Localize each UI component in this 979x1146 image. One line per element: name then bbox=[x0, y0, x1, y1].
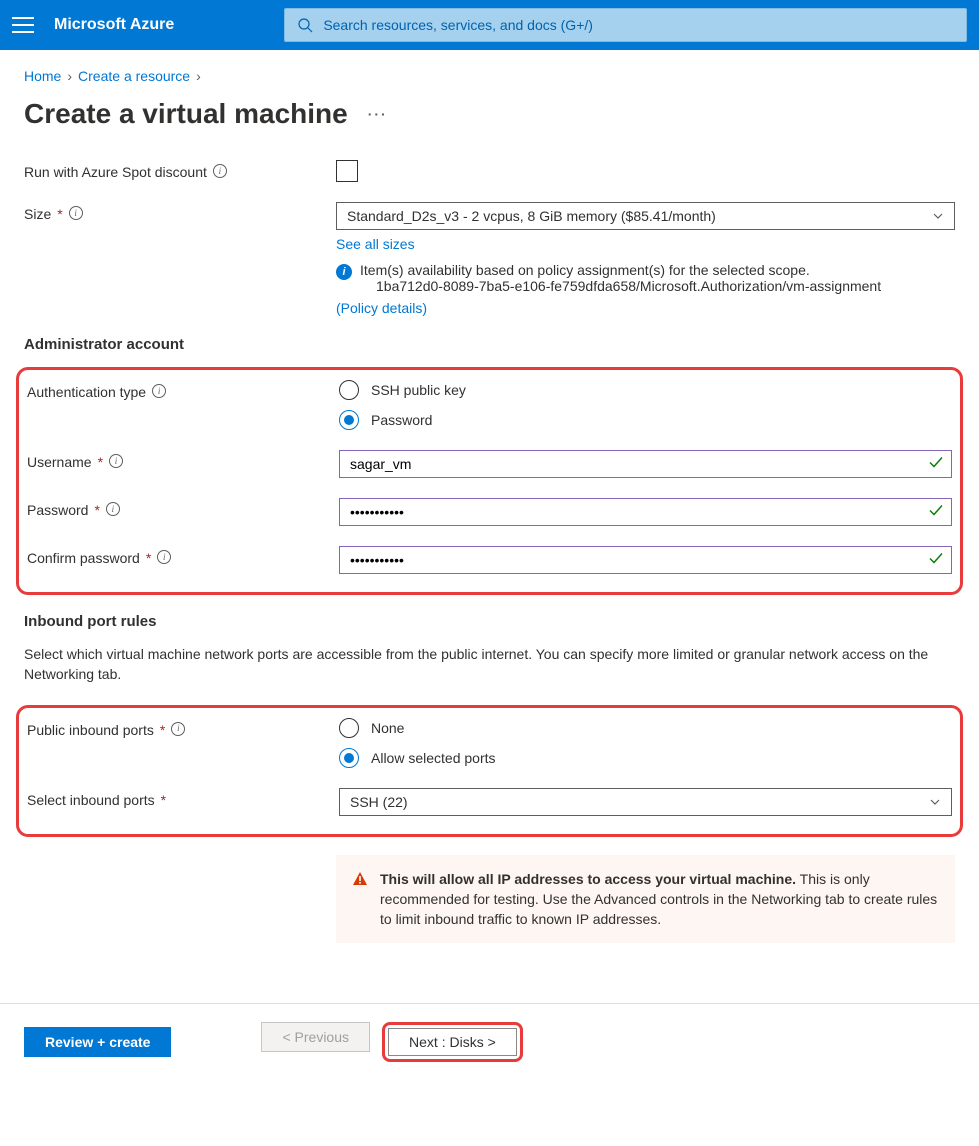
confirm-password-input[interactable] bbox=[339, 546, 952, 574]
breadcrumb-home[interactable]: Home bbox=[24, 68, 61, 84]
public-inbound-ports-label: Public inbound ports bbox=[27, 722, 154, 738]
auth-ssh-label: SSH public key bbox=[371, 382, 466, 398]
username-label: Username bbox=[27, 454, 92, 470]
review-create-button[interactable]: Review + create bbox=[24, 1027, 171, 1057]
auth-type-ssh-radio[interactable]: SSH public key bbox=[339, 380, 952, 400]
next-button-highlight: Next : Disks > bbox=[382, 1022, 523, 1062]
top-bar: Microsoft Azure bbox=[0, 0, 979, 50]
search-box[interactable] bbox=[284, 8, 967, 42]
radio-checked-icon bbox=[339, 748, 359, 768]
radio-icon bbox=[339, 380, 359, 400]
warning-icon bbox=[352, 871, 368, 930]
spot-discount-label: Run with Azure Spot discount bbox=[24, 164, 207, 180]
auth-type-password-radio[interactable]: Password bbox=[339, 410, 952, 430]
info-icon[interactable]: i bbox=[152, 384, 166, 398]
footer-bar: Review + create < Previous Next : Disks … bbox=[0, 1003, 979, 1080]
required-asterisk: * bbox=[94, 502, 99, 518]
previous-button[interactable]: < Previous bbox=[261, 1022, 370, 1052]
ports-none-label: None bbox=[371, 720, 404, 736]
page-title: Create a virtual machine bbox=[24, 98, 348, 130]
policy-info-line2: 1ba712d0-8089-7ba5-e106-fe759dfda658/Mic… bbox=[376, 278, 881, 294]
inbound-port-rules-heading: Inbound port rules bbox=[24, 613, 955, 630]
radio-icon bbox=[339, 718, 359, 738]
required-asterisk: * bbox=[57, 206, 62, 222]
required-asterisk: * bbox=[146, 550, 151, 566]
chevron-right-icon: › bbox=[67, 68, 72, 84]
info-icon[interactable]: i bbox=[109, 454, 123, 468]
brand-label[interactable]: Microsoft Azure bbox=[54, 16, 174, 34]
breadcrumb-create-resource[interactable]: Create a resource bbox=[78, 68, 190, 84]
info-icon[interactable]: i bbox=[106, 502, 120, 516]
chevron-down-icon bbox=[929, 796, 941, 808]
size-label: Size bbox=[24, 206, 51, 222]
radio-checked-icon bbox=[339, 410, 359, 430]
required-asterisk: * bbox=[98, 454, 103, 470]
inbound-ports-warning: This will allow all IP addresses to acce… bbox=[336, 855, 955, 944]
confirm-password-label: Confirm password bbox=[27, 550, 140, 566]
ports-allow-radio[interactable]: Allow selected ports bbox=[339, 748, 952, 768]
info-icon: i bbox=[336, 264, 352, 280]
required-asterisk: * bbox=[160, 722, 165, 738]
inbound-ports-highlight: Public inbound ports * i None Allow sele… bbox=[16, 705, 963, 837]
size-value: Standard_D2s_v3 - 2 vcpus, 8 GiB memory … bbox=[347, 208, 716, 224]
password-input[interactable] bbox=[339, 498, 952, 526]
checkmark-icon bbox=[928, 503, 944, 522]
checkmark-icon bbox=[928, 551, 944, 570]
policy-details-link[interactable]: (Policy details) bbox=[336, 300, 427, 316]
password-label: Password bbox=[27, 502, 88, 518]
breadcrumb: Home › Create a resource › bbox=[24, 68, 955, 84]
size-dropdown[interactable]: Standard_D2s_v3 - 2 vcpus, 8 GiB memory … bbox=[336, 202, 955, 230]
auth-password-label: Password bbox=[371, 412, 432, 428]
chevron-down-icon bbox=[932, 210, 944, 222]
ports-none-radio[interactable]: None bbox=[339, 718, 952, 738]
search-input[interactable] bbox=[323, 17, 954, 33]
chevron-right-icon: › bbox=[196, 68, 201, 84]
see-all-sizes-link[interactable]: See all sizes bbox=[336, 236, 415, 252]
search-icon bbox=[297, 17, 313, 33]
select-inbound-ports-label: Select inbound ports bbox=[27, 792, 155, 808]
info-icon[interactable]: i bbox=[157, 550, 171, 564]
required-asterisk: * bbox=[161, 792, 166, 808]
admin-account-highlight: Authentication type i SSH public key Pas… bbox=[16, 367, 963, 595]
auth-type-label: Authentication type bbox=[27, 384, 146, 400]
info-icon[interactable]: i bbox=[69, 206, 83, 220]
warning-strong: This will allow all IP addresses to acce… bbox=[380, 871, 796, 887]
select-inbound-ports-value: SSH (22) bbox=[350, 794, 408, 810]
inbound-port-rules-desc: Select which virtual machine network por… bbox=[24, 644, 955, 685]
policy-info-line1: Item(s) availability based on policy ass… bbox=[360, 262, 881, 278]
ports-allow-label: Allow selected ports bbox=[371, 750, 496, 766]
more-actions-icon[interactable]: ··· bbox=[368, 106, 388, 122]
select-inbound-ports-dropdown[interactable]: SSH (22) bbox=[339, 788, 952, 816]
username-input[interactable] bbox=[339, 450, 952, 478]
hamburger-menu-icon[interactable] bbox=[12, 17, 34, 33]
info-icon[interactable]: i bbox=[213, 164, 227, 178]
checkmark-icon bbox=[928, 455, 944, 474]
spot-discount-checkbox[interactable] bbox=[336, 160, 358, 182]
info-icon[interactable]: i bbox=[171, 722, 185, 736]
admin-account-heading: Administrator account bbox=[24, 336, 955, 353]
next-disks-button[interactable]: Next : Disks > bbox=[388, 1028, 517, 1056]
